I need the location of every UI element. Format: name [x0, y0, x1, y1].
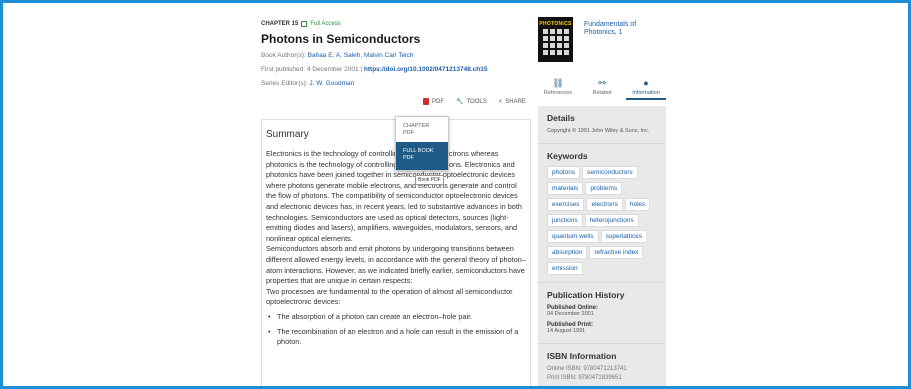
publication-history-section: Publication History Published Online: 04…	[538, 283, 666, 345]
tab-references[interactable]: ⛓ References	[538, 78, 578, 100]
copyright-text: Copyright © 1991 John Wiley & Sons, Inc.	[547, 128, 650, 134]
published-line: First published: 4 December 2001 | https…	[261, 66, 531, 74]
wrench-icon: 🔧	[456, 99, 464, 105]
screenshot-frame: CHAPTER 15 Full Access Photons in Semico…	[0, 0, 911, 389]
summary-paragraph-3: Two processes are fundamental to the ope…	[266, 286, 513, 307]
pdf-icon	[423, 98, 429, 105]
page-title: Photons in Semiconductors	[261, 32, 421, 46]
chapter-header: CHAPTER 15 Full Access Photons in Semico…	[261, 21, 531, 87]
keywords-list: photons semiconductors materials problem…	[547, 165, 657, 275]
keyword-chip[interactable]: holes	[624, 197, 651, 211]
keyword-chip[interactable]: superlattices	[600, 229, 648, 243]
summary-list: The absorption of a photon can create an…	[266, 312, 528, 348]
cover-grid-decoration	[543, 29, 569, 55]
keywords-section: Keywords photons semiconductors material…	[538, 144, 666, 283]
editors-label: Series Editor(s):	[261, 79, 308, 87]
keyword-chip[interactable]: refractive index	[589, 245, 644, 259]
unlock-icon	[301, 21, 308, 27]
keyword-chip[interactable]: quantum wells	[547, 229, 599, 243]
share-button[interactable]: < SHARE	[499, 99, 526, 105]
keywords-heading: Keywords	[547, 150, 588, 161]
tab-label: References	[543, 90, 573, 96]
separator: |	[360, 65, 363, 73]
list-item: The recombination of an electron and a h…	[266, 327, 528, 348]
authors-label: Book Author(s):	[261, 52, 306, 59]
chapter-label: CHAPTER 15	[261, 21, 299, 27]
tooltip: Book PDF	[415, 175, 444, 185]
keyword-chip[interactable]: exercises	[547, 197, 585, 211]
published-online-date: 04 December 2001	[547, 310, 594, 317]
keyword-chip[interactable]: semiconductors	[582, 165, 638, 179]
book-title-link[interactable]: Fundamentals of Photonics, 1	[584, 21, 664, 36]
keyword-chip[interactable]: absorption	[547, 245, 588, 259]
info-sidebar: Details Copyright © 1991 John Wiley & So…	[538, 106, 666, 386]
published-label: First published:	[261, 65, 306, 73]
book-cover-image[interactable]: PHOTONICS	[538, 17, 573, 62]
tab-label: Related	[592, 90, 612, 96]
link-icon: ⛓	[552, 78, 564, 88]
print-isbn: Print ISBN: 9780471839651	[547, 375, 622, 382]
share-label: SHARE	[505, 98, 526, 105]
sidebar-tabs: ⛓ References ⚯ Related ● Information	[538, 78, 666, 100]
toolbar: PDF 🔧 TOOLS < SHARE	[423, 98, 526, 105]
full-book-pdf-option[interactable]: FULL BOOK PDF	[396, 142, 448, 171]
published-date: 4 December 2001	[306, 65, 359, 73]
chapter-pdf-option[interactable]: CHAPTER PDF	[396, 117, 448, 142]
pdf-button[interactable]: PDF	[423, 98, 444, 105]
share-icon: <	[498, 98, 503, 105]
tab-label: Information	[632, 90, 660, 96]
tools-label: TOOLS	[466, 98, 487, 105]
chapter-label-row: CHAPTER 15 Full Access	[261, 21, 531, 27]
pdf-label: PDF	[432, 98, 444, 105]
isbn-heading: ISBN Information	[547, 351, 617, 362]
summary-title: Summary	[266, 129, 309, 140]
history-heading: Publication History	[547, 289, 625, 300]
summary-body: Electronics is the technology of control…	[266, 149, 528, 352]
keyword-chip[interactable]: problems	[585, 181, 623, 195]
tab-related[interactable]: ⚯ Related	[582, 78, 622, 100]
tab-information[interactable]: ● Information	[626, 78, 666, 100]
keyword-chip[interactable]: electrons	[586, 197, 623, 211]
keyword-chip[interactable]: heterojunctions	[584, 213, 639, 227]
online-isbn: Online ISBN: 9780471213741	[547, 366, 627, 373]
doi-link[interactable]: https://doi.org/10.1002/0471213748.ch15	[364, 66, 488, 73]
info-icon: ●	[643, 78, 649, 88]
keyword-chip[interactable]: emission	[547, 261, 583, 275]
summary-paragraph-2: Semiconductors absorb and emit photons b…	[266, 244, 526, 286]
cover-title: PHOTONICS	[539, 21, 572, 27]
authors-link[interactable]: Bahaa E. A. Saleh, Malvin Carl Teich	[308, 52, 414, 59]
keyword-chip[interactable]: photons	[547, 165, 581, 179]
editors-line: Series Editor(s): J. W. Goodman	[261, 80, 531, 88]
keyword-chip[interactable]: junctions	[547, 213, 583, 227]
editors-link[interactable]: J. W. Goodman	[309, 80, 354, 87]
pdf-dropdown-menu: CHAPTER PDF FULL BOOK PDF	[395, 116, 449, 172]
details-section: Details Copyright © 1991 John Wiley & So…	[538, 106, 666, 144]
tools-button[interactable]: 🔧 TOOLS	[456, 98, 487, 106]
details-heading: Details	[547, 113, 575, 123]
network-icon: ⚯	[598, 78, 606, 88]
authors-line: Book Author(s): Bahaa E. A. Saleh, Malvi…	[261, 52, 531, 60]
access-badge: Full Access	[310, 21, 341, 27]
published-print-date: 14 August 1991	[547, 328, 586, 335]
keyword-chip[interactable]: materials	[547, 181, 584, 195]
list-item: The absorption of a photon can create an…	[266, 312, 528, 323]
isbn-section: ISBN Information Online ISBN: 9780471213…	[538, 344, 666, 386]
